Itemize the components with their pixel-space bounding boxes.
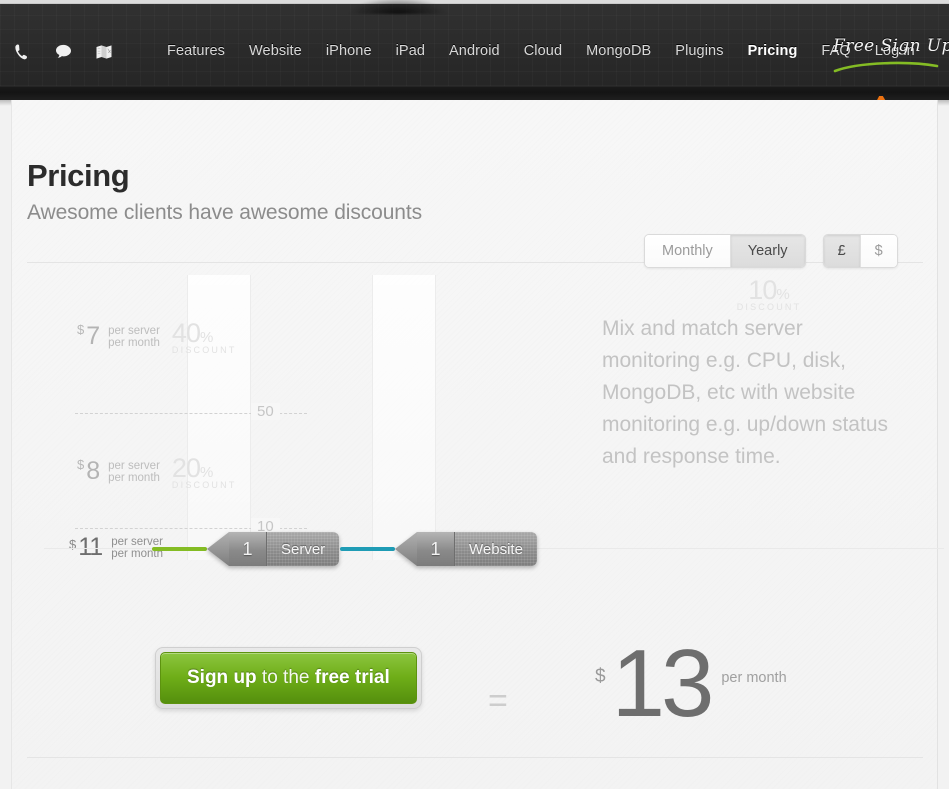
tier-currency: $: [77, 457, 85, 472]
website-discount-value: 10: [748, 275, 777, 305]
tier-currency: $: [77, 322, 85, 337]
server-slider-handle[interactable]: 1 Server: [207, 532, 339, 566]
header-bottom-bar: [0, 86, 949, 106]
website-discount-label: DISCOUNT: [736, 302, 802, 312]
server-slider-track[interactable]: [152, 547, 207, 551]
slider-arrow-icon: [395, 532, 417, 566]
currency-option-usd[interactable]: $: [859, 235, 897, 267]
page-header-block: Pricing Awesome clients have awesome dis…: [27, 158, 422, 225]
nav-item-cloud[interactable]: Cloud: [512, 43, 574, 59]
tier-price: 8: [86, 457, 100, 485]
nav-item-ipad[interactable]: iPad: [384, 43, 437, 59]
gridline-10: 10: [75, 518, 307, 535]
gridline-50-label: 50: [251, 403, 280, 420]
social-icon-group: [10, 40, 116, 64]
nav-item-iphone[interactable]: iPhone: [314, 43, 384, 59]
cta-bold-start: Sign up: [187, 667, 257, 688]
total-currency: $: [595, 666, 606, 687]
tier-unit-line1: per server: [108, 324, 160, 337]
billing-option-yearly[interactable]: Yearly: [729, 235, 805, 267]
tier-price: 7: [86, 322, 100, 350]
cta-bold-end: free trial: [314, 667, 390, 688]
description-text: Mix and match server monitoring e.g. CPU…: [602, 317, 889, 468]
slider-arrow-icon: [207, 532, 229, 566]
tier-unit: per server per month: [108, 325, 160, 349]
website-discount-percent: %: [776, 286, 790, 303]
tier-row-40-discount: $ 7 per server per month 40% DISCOUNT: [77, 318, 237, 355]
server-slider[interactable]: 1 Server: [152, 532, 339, 566]
total-value: 13: [611, 630, 715, 737]
tier-unit-line2: per month: [108, 471, 160, 484]
tier-row-20-discount: $ 8 per server per month 20% DISCOUNT: [77, 453, 237, 490]
nav-item-mongodb[interactable]: MongoDB: [574, 43, 663, 59]
tier-discount-block: 20% DISCOUNT: [172, 453, 237, 490]
tier-discount-percent: %: [199, 329, 214, 346]
toggle-group: Monthly Yearly £ $: [644, 234, 898, 268]
billing-period-toggle: Monthly Yearly: [644, 234, 806, 268]
green-underline-swoosh: [833, 61, 939, 73]
tier-unit-line1: per server: [108, 459, 160, 472]
website-slider[interactable]: 1 Website: [340, 532, 537, 566]
tier-unit: per server per month: [108, 460, 160, 484]
website-slider-value: 1: [417, 532, 455, 566]
nav-item-plugins[interactable]: Plugins: [663, 43, 735, 59]
nav-item-features[interactable]: Features: [155, 43, 237, 59]
website-slider-label: Website: [455, 532, 537, 566]
tier-discount-label: DISCOUNT: [171, 480, 237, 490]
server-slider-label: Server: [267, 532, 339, 566]
website-discount-block: 10% DISCOUNT: [724, 275, 814, 312]
free-sign-up-label: Free Sign Up: [833, 36, 949, 56]
pricing-chart: 50 10 $ 7 per server per month 40% DISCO…: [27, 275, 587, 561]
map-icon[interactable]: [92, 40, 116, 64]
nav-item-pricing[interactable]: Pricing: [736, 43, 810, 59]
nav-item-android[interactable]: Android: [437, 43, 512, 59]
page-title: Pricing: [27, 158, 130, 193]
tier-discount-value: 40: [171, 318, 201, 348]
server-slider-value: 1: [229, 532, 267, 566]
tier-currency: $: [69, 537, 77, 552]
page-content: Pricing Awesome clients have awesome dis…: [11, 100, 944, 789]
billing-option-monthly[interactable]: Monthly: [645, 235, 730, 267]
site-logo-cropped[interactable]: [350, 0, 446, 14]
tier-discount-block: 40% DISCOUNT: [172, 318, 237, 355]
currency-option-gbp[interactable]: £: [823, 235, 860, 267]
divider-bottom: [27, 757, 923, 758]
cta-middle: to the: [256, 667, 315, 688]
phone-icon[interactable]: [10, 40, 34, 64]
tier-discount-label: DISCOUNT: [171, 345, 237, 355]
tier-discount-percent: %: [199, 464, 214, 481]
equals-operator: =: [488, 682, 508, 720]
page-subtitle: Awesome clients have awesome discounts: [27, 201, 423, 224]
gridline-50: 50: [75, 403, 307, 420]
nav-item-website[interactable]: Website: [237, 43, 314, 59]
chart-column-website: [372, 275, 436, 560]
free-sign-up-button[interactable]: Free Sign Up: [833, 36, 949, 73]
signup-cta-button[interactable]: Sign up to the free trial: [155, 647, 422, 709]
currency-toggle: £ $: [822, 234, 898, 268]
website-slider-track[interactable]: [340, 547, 395, 551]
signup-cta-inner: Sign up to the free trial: [160, 652, 417, 704]
tier-unit-line2: per month: [108, 336, 160, 349]
main-navigation: Features Website iPhone iPad Android Clo…: [155, 43, 927, 59]
total-unit: per month: [721, 670, 787, 686]
chat-bubble-icon[interactable]: [51, 40, 75, 64]
grand-total: $ 13 per month: [595, 630, 787, 737]
tier-discount-value: 20: [171, 453, 201, 483]
website-slider-handle[interactable]: 1 Website: [395, 532, 537, 566]
